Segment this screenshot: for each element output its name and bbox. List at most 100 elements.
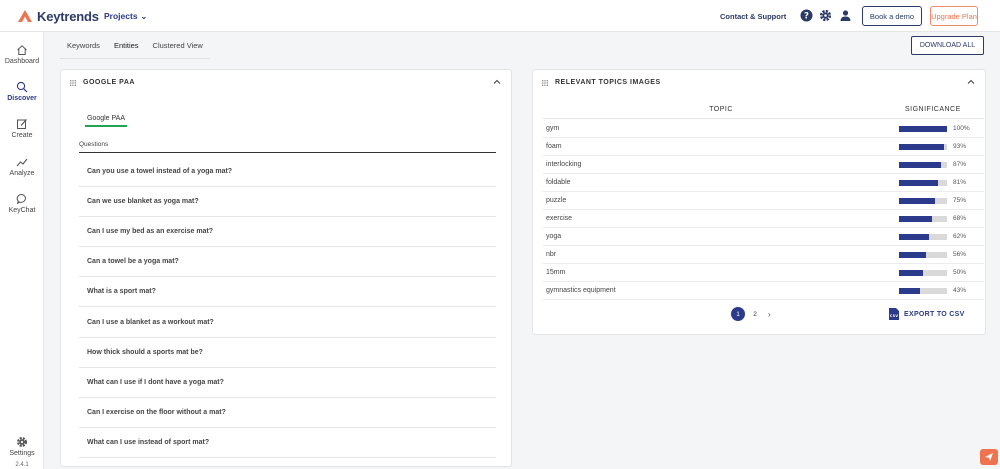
feedback-button[interactable]: [980, 449, 998, 465]
topic-column-header: TOPIC: [709, 106, 733, 113]
help-icon[interactable]: ?: [800, 9, 813, 22]
question-row[interactable]: Can you use a towel instead of a yoga ma…: [79, 157, 496, 187]
sidebar-item-analyze[interactable]: Analyze: [0, 156, 44, 177]
tab-google-paa[interactable]: Google PAA: [85, 115, 127, 127]
sidebar-item-keychat[interactable]: KeyChat: [0, 193, 44, 214]
sidebar-item-label: Create: [11, 132, 33, 139]
relevant-topics-panel: RELEVANT TOPICS IMAGES TOPIC SIGNIFICANC…: [532, 69, 986, 335]
significance-bar-fill: [899, 288, 920, 294]
sidebar-item-label: Settings: [9, 450, 35, 457]
sidebar-item-label: Analyze: [9, 170, 35, 177]
svg-text:CSV: CSV: [890, 314, 899, 318]
significance-bar: [899, 234, 947, 240]
significance-percent: 68%: [953, 215, 967, 222]
book-demo-button[interactable]: Book a demo: [862, 6, 922, 26]
significance-bar: [899, 162, 947, 168]
sidebar-item-discover[interactable]: Discover: [0, 81, 44, 102]
significance-bar: [899, 216, 947, 222]
csv-file-icon: CSV: [889, 308, 899, 320]
question-row[interactable]: Can a towel be a yoga mat?: [79, 247, 496, 277]
questions-column-header: Questions: [79, 141, 496, 153]
topic-name: puzzle: [546, 197, 567, 204]
question-row[interactable]: What can I use instead of sport mat?: [79, 428, 496, 458]
significance-percent: 62%: [953, 233, 967, 240]
significance-percent: 75%: [953, 197, 967, 204]
topic-name: foldable: [546, 179, 571, 186]
significance-percent: 56%: [953, 251, 967, 258]
sidebar-item-create[interactable]: Create: [0, 118, 44, 139]
significance-bar-fill: [899, 234, 929, 240]
chevron-right-icon[interactable]: ›: [768, 310, 771, 319]
question-row[interactable]: Can I use my bed as an exercise mat?: [79, 217, 496, 247]
topic-name: exercise: [546, 215, 573, 222]
table-row: nbr 56%: [543, 246, 984, 264]
tabs-divider: [60, 58, 210, 59]
question-row[interactable]: What can I use if I dont have a yoga mat…: [79, 368, 496, 398]
contact-support-link[interactable]: Contact & Support: [720, 12, 786, 21]
gear-icon[interactable]: [819, 9, 832, 22]
chevron-up-icon[interactable]: [493, 78, 501, 86]
question-row[interactable]: What is a sport mat?: [79, 277, 496, 307]
panel-header: RELEVANT TOPICS IMAGES: [533, 70, 985, 96]
significance-bar: [899, 144, 947, 150]
sidebar-item-settings[interactable]: Settings: [0, 436, 44, 457]
significance-bar-fill: [899, 162, 941, 168]
significance-percent: 43%: [953, 287, 967, 294]
page-1-button[interactable]: 1: [731, 307, 745, 321]
keytrends-logo-icon: [18, 10, 32, 22]
topic-name: yoga: [546, 233, 562, 240]
significance-bar-fill: [899, 216, 932, 222]
panel-title: GOOGLE PAA: [83, 79, 135, 86]
logo[interactable]: Keytrends: [18, 8, 99, 24]
chevron-up-icon[interactable]: [967, 78, 975, 86]
table-row: foam 93%: [543, 138, 984, 156]
topic-name: interlocking: [546, 161, 582, 168]
top-bar: Keytrends Projects ⌄ Contact & Support ?…: [0, 0, 1000, 32]
tab-keywords[interactable]: Keywords: [60, 33, 107, 59]
edit-icon: [17, 119, 27, 129]
search-icon: [16, 81, 28, 93]
significance-bar: [899, 288, 947, 294]
trend-icon: [16, 158, 28, 167]
topic-name: gym: [546, 125, 560, 132]
question-row[interactable]: Can I use a blanket as a workout mat?: [79, 308, 496, 338]
significance-bar-fill: [899, 252, 926, 258]
question-row[interactable]: How thick should a sports mat be?: [79, 338, 496, 368]
sidebar-item-label: Dashboard: [4, 58, 40, 65]
panel-title: RELEVANT TOPICS IMAGES: [555, 79, 661, 86]
drag-handle-icon[interactable]: [70, 80, 76, 86]
significance-bar-fill: [899, 198, 935, 204]
significance-bar-fill: [899, 126, 947, 132]
chat-icon: [16, 194, 26, 205]
view-tabs: Keywords Entities Clustered View: [60, 33, 210, 59]
page-2-button[interactable]: 2: [748, 307, 762, 321]
sidebar-item-dashboard[interactable]: Dashboard: [0, 44, 44, 65]
significance-bar: [899, 180, 947, 186]
tab-clustered-view[interactable]: Clustered View: [146, 33, 210, 59]
user-icon[interactable]: [839, 9, 852, 22]
drag-handle-icon[interactable]: [542, 80, 548, 86]
export-csv-label: EXPORT TO CSV: [904, 310, 965, 318]
significance-bar: [899, 198, 947, 204]
table-row: gym 100%: [543, 120, 984, 138]
topic-name: foam: [546, 143, 562, 150]
download-all-button[interactable]: DOWNLOAD ALL: [911, 36, 984, 55]
pagination: 1 2 ›: [731, 307, 771, 321]
significance-bar-fill: [899, 270, 923, 276]
panel-header: GOOGLE PAA: [61, 70, 511, 96]
tab-entities[interactable]: Entities: [106, 33, 146, 59]
question-row[interactable]: Can I exercise on the floor without a ma…: [79, 398, 496, 428]
chevron-down-icon: ⌄: [140, 11, 148, 21]
export-csv-button[interactable]: CSV EXPORT TO CSV: [889, 308, 965, 320]
table-row: exercise 68%: [543, 210, 984, 228]
projects-dropdown[interactable]: Projects ⌄: [104, 11, 147, 21]
table-row: yoga 62%: [543, 228, 984, 246]
table-header-divider: [543, 118, 984, 119]
projects-label: Projects: [104, 11, 138, 21]
significance-percent: 93%: [953, 143, 967, 150]
google-paa-panel: GOOGLE PAA Google PAA Questions Can you …: [60, 69, 512, 467]
significance-column-header: SIGNIFICANCE: [905, 106, 961, 113]
question-row[interactable]: Can we use blanket as yoga mat?: [79, 187, 496, 217]
home-icon: [17, 45, 27, 55]
upgrade-plan-button[interactable]: Upgrade Plan: [930, 6, 978, 26]
